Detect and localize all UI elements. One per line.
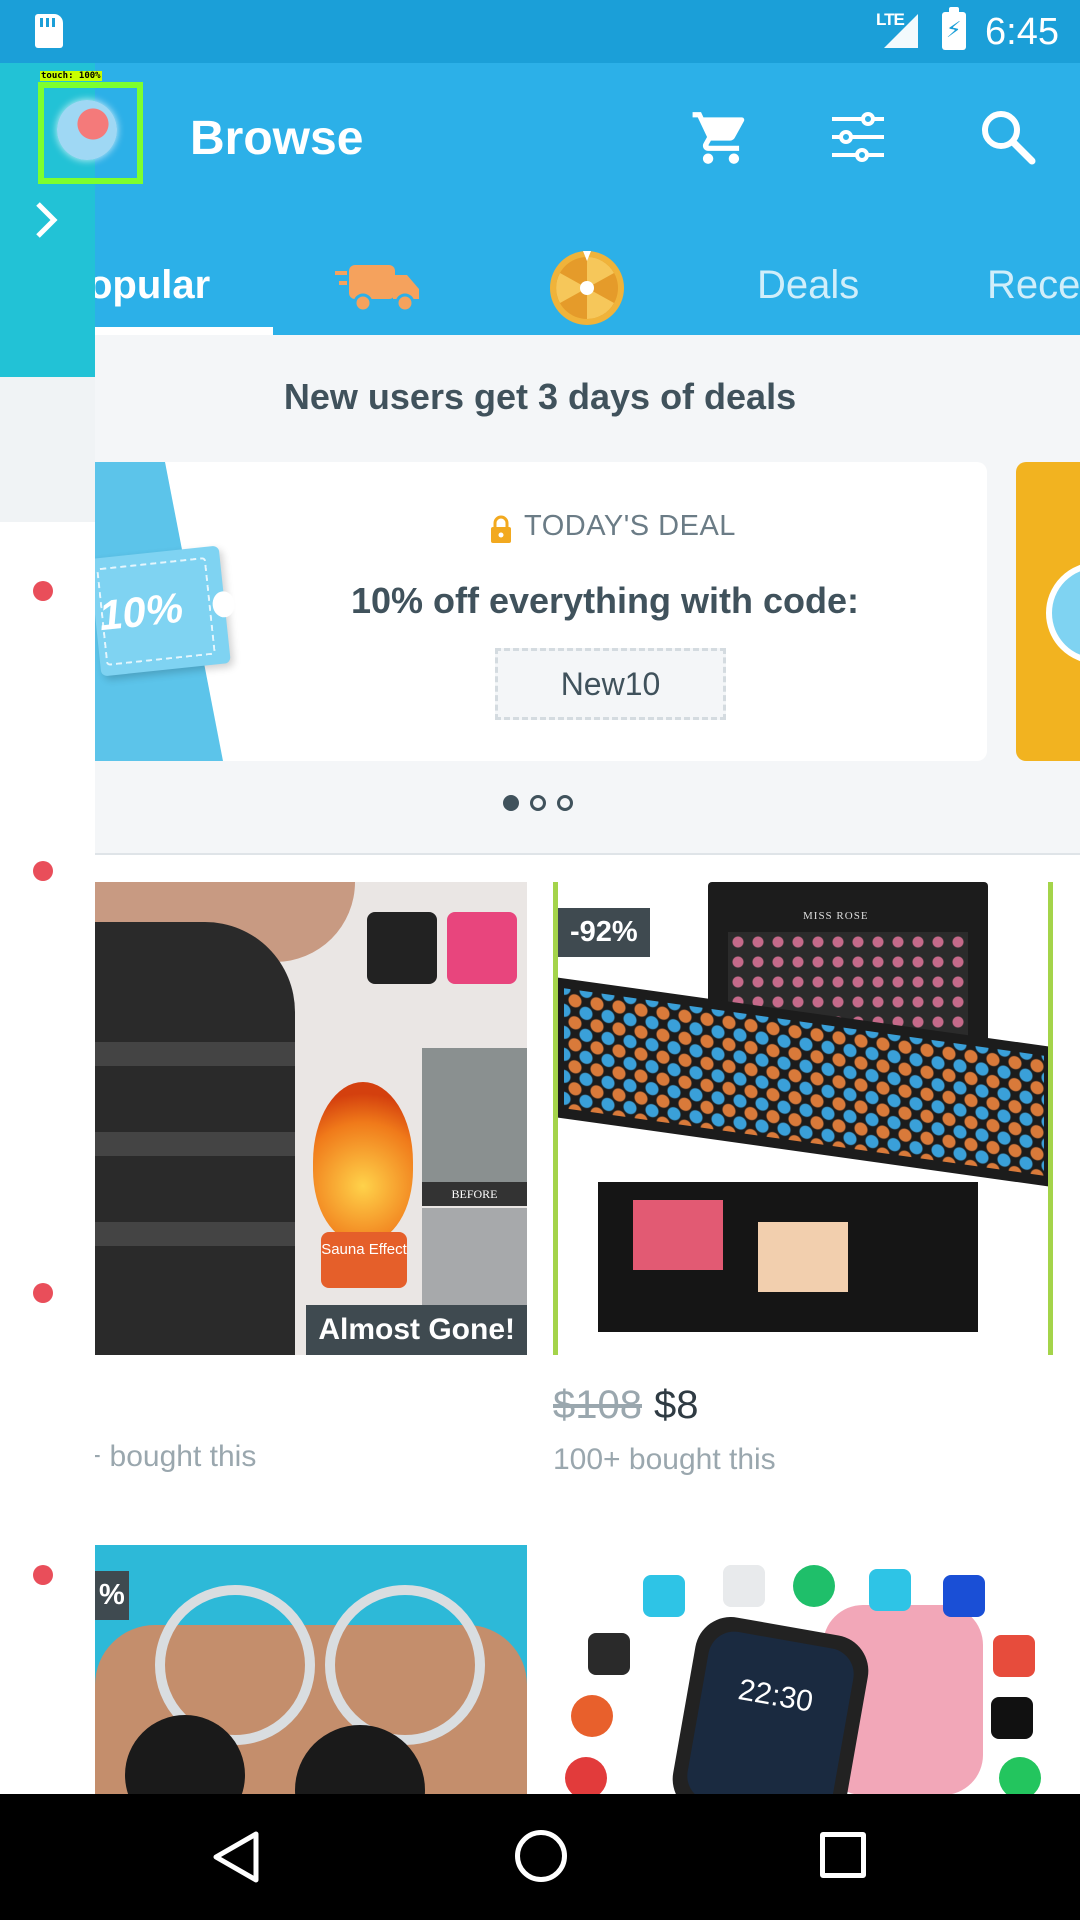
smartwatch: 22:30 (666, 1611, 875, 1795)
pager-dot[interactable] (530, 795, 546, 811)
flame-icon (793, 1565, 835, 1607)
sale-price: $8 (653, 1383, 699, 1427)
marker-dot (33, 581, 53, 601)
status-bar: LTE ⚡ 6:45 (0, 0, 1080, 63)
almost-gone-badge: Almost Gone! (306, 1305, 527, 1355)
deal-card[interactable]: 10% TODAY'S DEAL 10% off everything with… (95, 462, 987, 761)
category-tabs: opular Deals Rece (0, 243, 1080, 335)
battery-charging-icon: ⚡ (942, 7, 966, 50)
divider (95, 853, 1080, 855)
chart-icon (588, 1633, 630, 1675)
original-price: $108 (553, 1383, 642, 1427)
discount-badge: -92% (558, 908, 650, 957)
watch-time: 22:30 (683, 1627, 858, 1795)
tab-recent[interactable]: Rece (987, 263, 1080, 308)
marker-dot (33, 861, 53, 881)
thermometer-icon (565, 1757, 607, 1795)
gear-icon (643, 1575, 685, 1617)
fire-icon (313, 1082, 413, 1242)
spin-wheel-icon[interactable] (548, 249, 626, 327)
touch-indicator-label: touch: 100% (40, 71, 102, 81)
sauna-effect-label: Sauna Effect (321, 1232, 407, 1288)
product-image-waist-trainer[interactable]: Sauna Effect BEFORE Almost Gone! (95, 882, 527, 1355)
phone-call-icon (999, 1757, 1041, 1795)
carousel-pager (503, 795, 584, 816)
product-image-smartwatch[interactable]: 22:30 (553, 1545, 1053, 1795)
promo-code[interactable]: New10 (495, 648, 726, 720)
filter-icon[interactable] (830, 109, 886, 165)
touch-point-icon[interactable] (57, 100, 117, 160)
search-icon[interactable] (978, 107, 1036, 165)
discount-ticket-icon: 10% (95, 545, 231, 677)
overlay-panel-footer (0, 377, 95, 522)
cart-icon[interactable] (690, 107, 752, 169)
recent-apps-icon[interactable] (820, 1832, 866, 1878)
heart-rate-icon (571, 1695, 613, 1737)
discount-badge: % (95, 1571, 129, 1620)
shaper-garment (95, 922, 295, 1355)
bought-count: 0+ bought this (95, 1440, 257, 1473)
deal-tag: TODAY'S DEAL (524, 510, 736, 542)
promo-banner-title: New users get 3 days of deals (283, 376, 797, 417)
signal-icon (884, 14, 918, 48)
price-row: $108 $8 (553, 1383, 698, 1428)
back-icon[interactable] (210, 1830, 262, 1884)
tab-popular[interactable]: opular (88, 263, 210, 308)
deal-headline: 10% off everything with code: (350, 580, 860, 621)
hourglass-icon (869, 1569, 911, 1611)
pager-dot[interactable] (557, 795, 573, 811)
lock-icon (991, 1697, 1033, 1739)
before-label: BEFORE (422, 1182, 527, 1206)
ticket-label: 10% (96, 583, 186, 640)
next-deal-card[interactable] (1016, 462, 1080, 761)
brand-label: MISS ROSE (803, 910, 869, 922)
phone-icon (723, 1565, 765, 1607)
delivery-truck-icon[interactable] (335, 259, 421, 315)
system-nav-bar (0, 1794, 1080, 1920)
chevron-right-icon[interactable] (34, 200, 60, 240)
marker-dot (33, 1283, 53, 1303)
page-title: Browse (190, 112, 364, 165)
bluetooth-icon (943, 1575, 985, 1617)
home-icon[interactable] (515, 1830, 567, 1882)
bought-count: 100+ bought this (553, 1443, 776, 1476)
alarm-icon (993, 1635, 1035, 1677)
pager-dot[interactable] (503, 795, 519, 811)
keyring (325, 1585, 485, 1745)
product-image-keyrings[interactable]: % (95, 1545, 527, 1795)
marker-dot (33, 1565, 53, 1585)
status-time: 6:45 (985, 11, 1059, 53)
sd-card-icon (35, 14, 63, 48)
product-image-makeup-palette[interactable]: -92% MISS ROSE (553, 882, 1053, 1355)
app-bar: Browse opular Deals Rece (0, 63, 1080, 335)
tab-deals[interactable]: Deals (757, 263, 859, 308)
